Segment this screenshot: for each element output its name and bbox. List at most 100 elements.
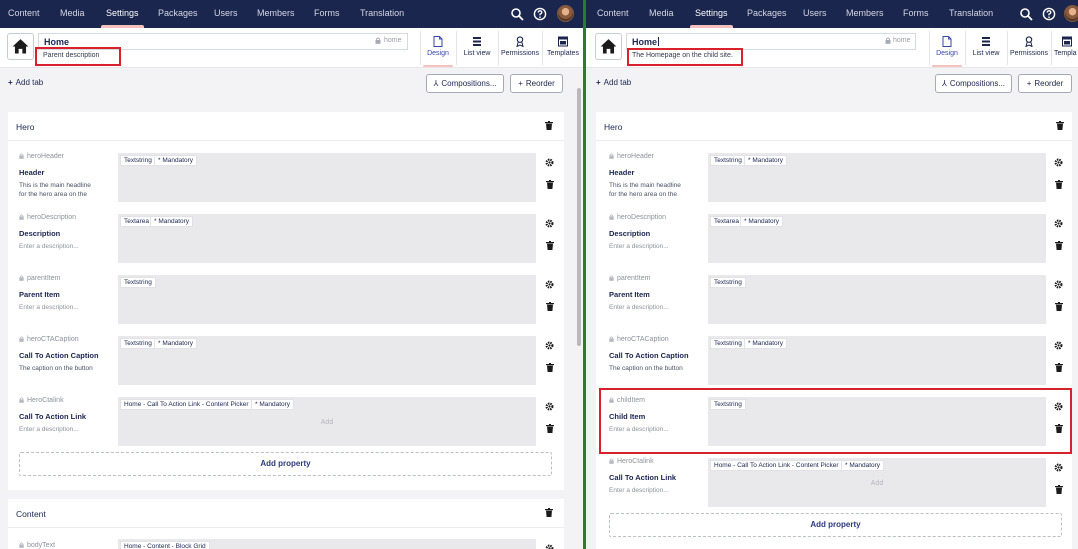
tab-templates[interactable]: Templates — [543, 28, 583, 68]
property-editor-preview[interactable]: Textstring — [708, 275, 1046, 324]
tab-design[interactable]: Design — [421, 28, 455, 68]
property-editor-preview[interactable]: Textstring * Mandatory — [118, 336, 536, 385]
nav-media[interactable]: Media — [60, 0, 85, 28]
trash-icon[interactable] — [1055, 180, 1063, 189]
property-editor-preview[interactable]: Textstring * Mandatory — [118, 153, 536, 202]
alias-lock-icon[interactable] — [609, 153, 614, 159]
compositions-button[interactable]: ⅄ Compositions... — [935, 74, 1012, 93]
trash-icon[interactable] — [1055, 241, 1063, 250]
gear-icon[interactable] — [1054, 158, 1063, 167]
alias-lock-icon[interactable] — [609, 336, 614, 342]
alias-lock-icon[interactable] — [885, 37, 891, 44]
trash-icon[interactable] — [546, 424, 554, 433]
nav-media[interactable]: Media — [649, 0, 674, 28]
add-property-button[interactable]: Add property — [609, 513, 1062, 537]
trash-icon[interactable] — [545, 121, 553, 130]
alias-lock-icon[interactable] — [19, 397, 24, 403]
help-icon[interactable] — [1042, 7, 1056, 21]
icon-picker-button[interactable] — [595, 33, 622, 60]
icon-picker-button[interactable] — [7, 33, 34, 60]
alias-lock-icon[interactable] — [609, 214, 614, 220]
trash-icon[interactable] — [1055, 363, 1063, 372]
property-name[interactable]: Parent Item — [609, 290, 650, 299]
trash-icon[interactable] — [546, 180, 554, 189]
gear-icon[interactable] — [545, 158, 554, 167]
nav-members[interactable]: Members — [257, 0, 295, 28]
gear-icon[interactable] — [545, 402, 554, 411]
property-editor-preview[interactable]: Textstring * Mandatory — [708, 153, 1046, 202]
group-title[interactable]: Hero — [16, 122, 34, 132]
property-editor-preview[interactable]: Home - Content - Block Grid — [118, 539, 536, 549]
nav-packages[interactable]: Packages — [747, 0, 787, 28]
nav-content[interactable]: Content — [8, 0, 40, 28]
tab-list-view[interactable]: List view — [966, 28, 1006, 68]
nav-content[interactable]: Content — [597, 0, 629, 28]
property-editor-preview[interactable]: Textstring — [118, 275, 536, 324]
property-name[interactable]: Parent Item — [19, 290, 60, 299]
reorder-button[interactable]: + Reorder — [510, 74, 563, 93]
property-name[interactable]: Call To Action Link — [19, 412, 86, 421]
property-name[interactable]: Call To Action Caption — [609, 351, 689, 360]
alias-lock-icon[interactable] — [19, 542, 24, 548]
gear-icon[interactable] — [1054, 463, 1063, 472]
alias-lock-icon[interactable] — [19, 153, 24, 159]
property-name[interactable]: Call To Action Link — [609, 473, 676, 482]
property-editor-preview[interactable]: Textarea * Mandatory — [708, 214, 1046, 263]
nav-settings[interactable]: Settings — [101, 0, 143, 28]
group-title[interactable]: Content — [16, 509, 46, 519]
search-icon[interactable] — [510, 7, 524, 21]
gear-icon[interactable] — [545, 341, 554, 350]
property-name[interactable]: Header — [19, 168, 44, 177]
gear-icon[interactable] — [1054, 341, 1063, 350]
tab-list-view[interactable]: List view — [457, 28, 497, 68]
add-property-button[interactable]: Add property — [19, 452, 552, 476]
scrollbar-thumb[interactable] — [577, 88, 581, 346]
nav-forms[interactable]: Forms — [314, 0, 340, 28]
search-icon[interactable] — [1019, 7, 1033, 21]
gear-icon[interactable] — [1054, 219, 1063, 228]
nav-users[interactable]: Users — [214, 0, 238, 28]
trash-icon[interactable] — [1055, 302, 1063, 311]
alias-lock-icon[interactable] — [19, 214, 24, 220]
user-avatar[interactable] — [1064, 5, 1078, 22]
reorder-button[interactable]: + Reorder — [1018, 74, 1072, 93]
trash-icon[interactable] — [1055, 485, 1063, 494]
nav-users[interactable]: Users — [803, 0, 827, 28]
help-icon[interactable] — [533, 7, 547, 21]
property-editor-preview[interactable]: Home - Call To Action Link - Content Pic… — [118, 397, 536, 446]
nav-members[interactable]: Members — [846, 0, 884, 28]
user-avatar[interactable] — [557, 5, 574, 22]
gear-icon[interactable] — [1054, 280, 1063, 289]
nav-forms[interactable]: Forms — [903, 0, 929, 28]
gear-icon[interactable] — [545, 544, 554, 549]
tab-templates[interactable]: Templa — [1052, 28, 1078, 68]
tab-permissions[interactable]: Permissions — [499, 28, 541, 68]
trash-icon[interactable] — [546, 302, 554, 311]
property-name[interactable]: Description — [19, 229, 60, 238]
alias-lock-icon[interactable] — [19, 336, 24, 342]
alias-lock-icon[interactable] — [609, 275, 614, 281]
nav-settings[interactable]: Settings — [690, 0, 732, 28]
alias-lock-icon[interactable] — [609, 458, 614, 464]
group-title[interactable]: Hero — [604, 122, 622, 132]
alias-lock-icon[interactable] — [19, 275, 24, 281]
property-name[interactable]: Header — [609, 168, 634, 177]
trash-icon[interactable] — [1056, 121, 1064, 130]
tab-permissions[interactable]: Permissions — [1008, 28, 1050, 68]
gear-icon[interactable] — [545, 280, 554, 289]
trash-icon[interactable] — [545, 508, 553, 517]
tab-design[interactable]: Design — [930, 28, 964, 68]
property-name[interactable]: Call To Action Caption — [19, 351, 99, 360]
nav-packages[interactable]: Packages — [158, 0, 198, 28]
trash-icon[interactable] — [546, 241, 554, 250]
add-tab-button[interactable]: + Add tab — [8, 78, 43, 87]
nav-translation[interactable]: Translation — [360, 0, 404, 28]
property-editor-preview[interactable]: Textstring * Mandatory — [708, 336, 1046, 385]
add-tab-button[interactable]: + Add tab — [596, 78, 631, 87]
trash-icon[interactable] — [546, 363, 554, 372]
nav-translation[interactable]: Translation — [949, 0, 993, 28]
alias-lock-icon[interactable] — [375, 37, 381, 44]
gear-icon[interactable] — [545, 219, 554, 228]
compositions-button[interactable]: ⅄ Compositions... — [426, 74, 504, 93]
property-name[interactable]: Description — [609, 229, 650, 238]
